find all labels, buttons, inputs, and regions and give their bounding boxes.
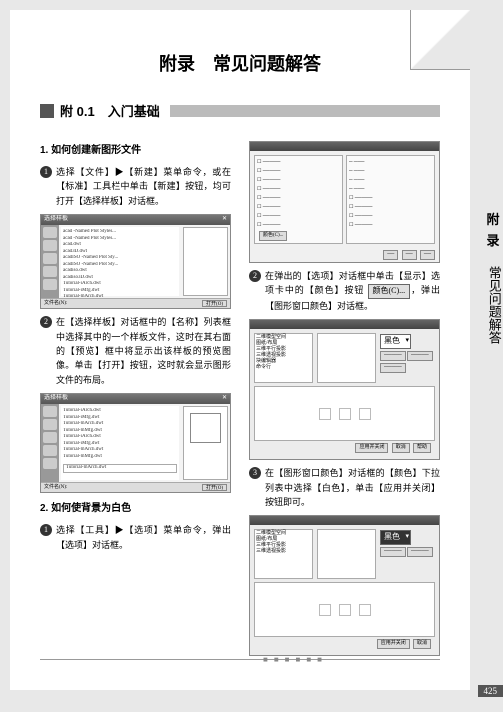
q1-step-2: 2 在【选择样板】对话框中的【名称】列表框中选择其中的一个样板文件，这时在其右面…	[40, 315, 231, 387]
color-dropdown: 黑色	[380, 334, 411, 349]
cancel-button: 取消	[392, 443, 410, 453]
right-column: ☐ ─────☐ ───── ☐ ─────☐ ───── ☐ ─────☐ ─…	[249, 135, 440, 662]
help-button: ──	[420, 250, 435, 260]
page: 附录 常见问题解答 附 0.1 入门基础 1. 如何创建新图形文件 1 选择【文…	[10, 10, 470, 690]
step-text: 选择【工具】▶【选项】菜单命令，弹出【选项】对话框。	[56, 523, 231, 552]
step-text: 选择【文件】▶【新建】菜单命令，或在【标准】工具栏中单击【新建】按钮，均可打开【…	[56, 165, 231, 208]
cursor-icon	[319, 408, 331, 420]
folder-icon	[43, 445, 57, 456]
folder-icon	[43, 419, 57, 430]
preview-area	[254, 386, 435, 441]
file-list: Tutorial-iArch.dwt Tutorial-iMfg.dwt Tut…	[61, 406, 179, 480]
color-button: 颜色(C)...	[259, 231, 287, 241]
color-options: 黑色 ───── ─────	[380, 529, 435, 579]
close-icon: ✕	[222, 215, 227, 225]
sidebar	[41, 225, 59, 298]
question-2-heading: 2. 如何使背景为白色	[40, 501, 231, 517]
folder-icon	[43, 406, 57, 417]
folder-icon	[43, 253, 57, 264]
question-1-heading: 1. 如何创建新图形文件	[40, 143, 231, 159]
cancel-button: 取消	[413, 639, 431, 649]
section-name: 入门基础	[108, 104, 160, 119]
folder-icon	[43, 432, 57, 443]
screenshot-options-dialog: ☐ ─────☐ ───── ☐ ─────☐ ───── ☐ ─────☐ ─…	[249, 141, 440, 263]
section-marker-icon	[40, 104, 54, 118]
screenshot-select-template-2: 选择样板✕ Tutorial-iArch.dwt Tutorial-iMfg.d…	[40, 393, 231, 493]
dialog-titlebar	[250, 516, 439, 525]
open-button: 打开(O)	[202, 300, 227, 307]
section-rule	[170, 105, 440, 117]
cancel-button: ──	[402, 250, 417, 260]
ok-button: ──	[383, 250, 398, 260]
footer-rule	[40, 659, 440, 660]
side-tab-label-1: 附录	[483, 210, 503, 252]
left-column: 1. 如何创建新图形文件 1 选择【文件】▶【新建】菜单命令，或在【标准】工具栏…	[40, 135, 231, 662]
color-button-inline: 颜色(C)...	[368, 284, 411, 299]
q2-step-1: 1 选择【工具】▶【选项】菜单命令，弹出【选项】对话框。	[40, 523, 231, 552]
q1-step-1: 1 选择【文件】▶【新建】菜单命令，或在【标准】工具栏中单击【新建】按钮，均可打…	[40, 165, 231, 208]
step-number-icon: 1	[40, 166, 52, 178]
screenshot-color-dialog-1: 二维模型空间图纸/布局 三维平行投影三维透视投影 块编辑器命令行 黑色 ────…	[249, 319, 440, 460]
axis-icon	[359, 604, 371, 616]
options-left-panel: ☐ ─────☐ ───── ☐ ─────☐ ───── ☐ ─────☐ ─…	[254, 155, 343, 244]
page-number: 425	[478, 685, 503, 697]
filename-field: Tutorial-mArch.dwt	[63, 464, 177, 473]
q2-step-2: 2 在弹出的【选项】对话框中单击【显示】选项卡中的【颜色】按钮 颜色(C)...…	[249, 269, 440, 313]
context-list: 二维模型空间图纸/布局 三维平行投影三维透视投影	[254, 529, 313, 579]
step-text: 在弹出的【选项】对话框中单击【显示】选项卡中的【颜色】按钮 颜色(C)...，弹…	[265, 269, 440, 313]
color-dropdown: 黑色	[380, 530, 411, 545]
folder-icon	[43, 240, 57, 251]
close-icon: ✕	[222, 394, 227, 404]
dialog-footer: 文件名(N): 打开(O)	[41, 482, 230, 492]
screenshot-select-template-1: 选择样板✕ acad -Named Plot Styles... acad -N…	[40, 214, 231, 309]
side-tab: 附录 常见问题解答	[483, 210, 503, 344]
preview-pane	[183, 227, 228, 296]
options-right-panel: ─ ──── ─── ─ ──── ─── ☐ ─────☐ ───── ☐ ─…	[346, 155, 435, 244]
axis-icon	[359, 408, 371, 420]
color-options: 黑色 ───── ───── ─────	[380, 333, 435, 383]
element-list	[317, 333, 376, 383]
dialog-titlebar: 选择样板✕	[41, 215, 230, 225]
element-list	[317, 529, 376, 579]
footer-dots: ■ ■ ■ ■ ■ ■	[263, 655, 324, 664]
sidebar	[41, 404, 59, 482]
apply-close-button: 应用并关闭	[355, 443, 388, 453]
folder-icon	[43, 279, 57, 290]
dialog-titlebar: 选择样板✕	[41, 394, 230, 404]
step-text: 在【选择样板】对话框中的【名称】列表框中选择其中的一个样板文件，这时在其右面的【…	[56, 315, 231, 387]
step-number-icon: 3	[249, 467, 261, 479]
folder-icon	[43, 458, 57, 469]
section-heading: 附 0.1 入门基础	[40, 101, 440, 120]
bulb-icon	[339, 408, 351, 420]
folder-icon	[43, 227, 57, 238]
folder-icon	[43, 266, 57, 277]
step-text: 在【图形窗口颜色】对话框的【颜色】下拉列表中选择【白色】，单击【应用并关闭】按钮…	[265, 466, 440, 509]
step-number-icon: 2	[249, 270, 261, 282]
page-title: 附录 常见问题解答	[40, 50, 440, 76]
dialog-titlebar	[250, 320, 439, 329]
section-number: 附 0.1	[60, 104, 95, 119]
screenshot-color-dialog-2: 二维模型空间图纸/布局 三维平行投影三维透视投影 黑色 ───── ─────	[249, 515, 440, 656]
preview-area	[254, 582, 435, 637]
context-list: 二维模型空间图纸/布局 三维平行投影三维透视投影 块编辑器命令行	[254, 333, 313, 383]
open-button: 打开(O)	[202, 484, 227, 491]
apply-close-button: 应用并关闭	[377, 639, 410, 649]
page-corner	[410, 10, 470, 70]
side-tab-label-2: 常见问题解答	[483, 266, 503, 344]
bulb-icon	[339, 604, 351, 616]
q2-step-3: 3 在【图形窗口颜色】对话框的【颜色】下拉列表中选择【白色】，单击【应用并关闭】…	[249, 466, 440, 509]
preview-pane	[183, 406, 228, 480]
help-button: 帮助	[413, 443, 431, 453]
cursor-icon	[319, 604, 331, 616]
step-number-icon: 2	[40, 316, 52, 328]
file-list: acad -Named Plot Styles... acad -Named P…	[61, 227, 179, 296]
dialog-titlebar	[250, 142, 439, 151]
step-number-icon: 1	[40, 524, 52, 536]
content-columns: 1. 如何创建新图形文件 1 选择【文件】▶【新建】菜单命令，或在【标准】工具栏…	[40, 135, 440, 662]
